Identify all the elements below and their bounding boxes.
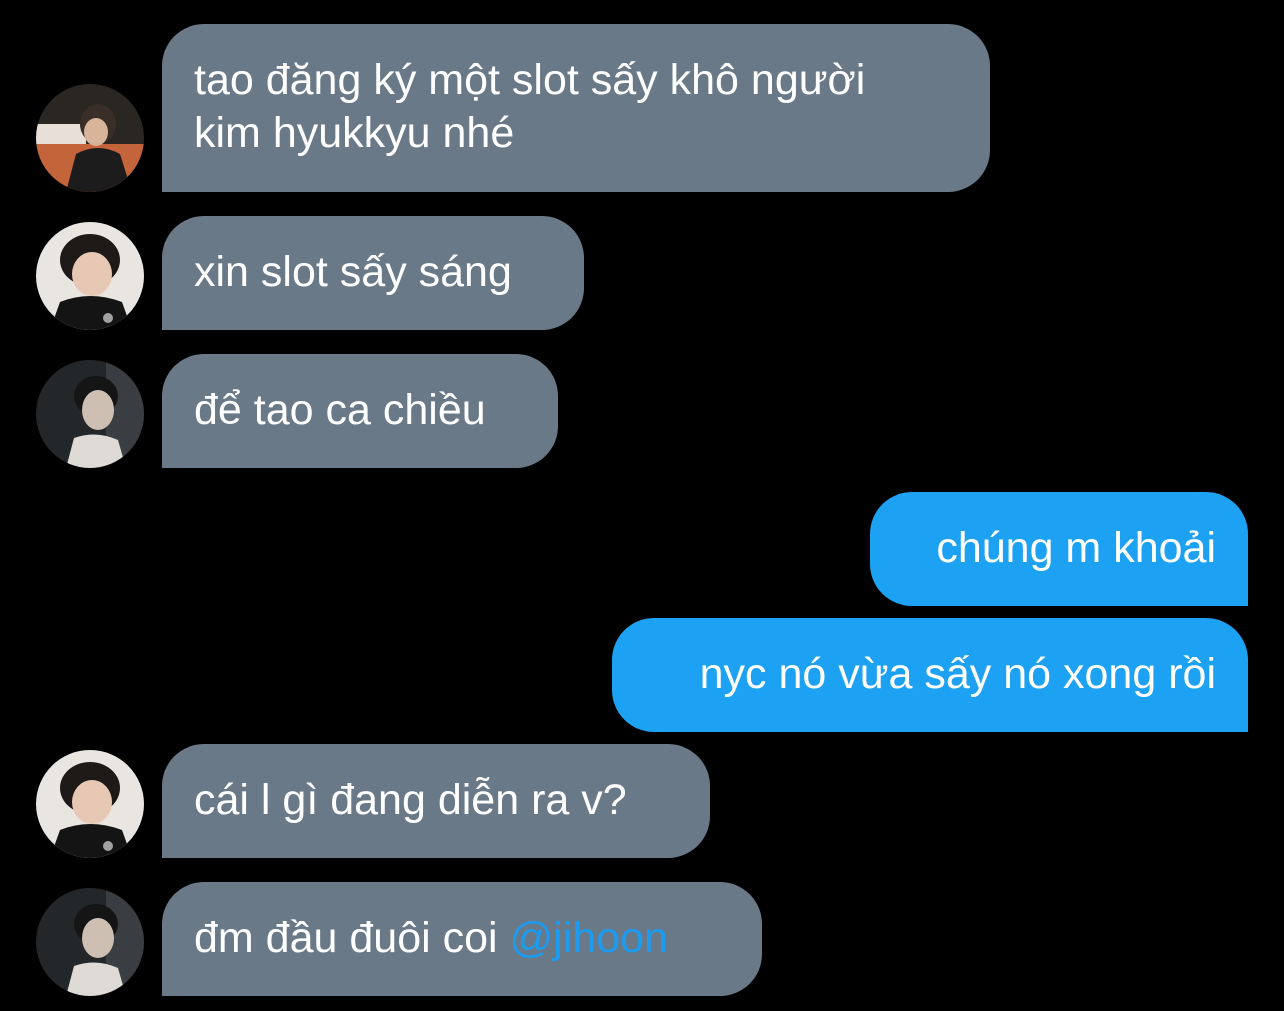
- message-text: chúng m khoải: [936, 524, 1216, 572]
- avatar[interactable]: [36, 222, 144, 330]
- avatar[interactable]: [36, 84, 144, 192]
- avatar[interactable]: [36, 750, 144, 858]
- message-bubble[interactable]: tao đăng ký một slot sấy khô người kim h…: [162, 24, 990, 192]
- mention-link[interactable]: @jihoon: [510, 914, 668, 962]
- message-bubble[interactable]: đm đầu đuôi coi @jihoon: [162, 882, 762, 996]
- avatar[interactable]: [36, 888, 144, 996]
- message-bubble[interactable]: cái l gì đang diễn ra v?: [162, 744, 710, 858]
- message-bubble[interactable]: để tao ca chiều: [162, 354, 558, 468]
- message-text: kim hyukkyu nhé: [194, 109, 515, 157]
- message-text: nyc nó vừa sấy nó xong rồi: [699, 650, 1216, 698]
- avatar-photo-1: [36, 84, 144, 192]
- avatar-photo-5: [36, 888, 144, 996]
- message-text: đm đầu đuôi coi: [194, 914, 510, 962]
- message-text: cái l gì đang diễn ra v?: [194, 776, 627, 824]
- message-text: để tao ca chiều: [194, 386, 486, 434]
- message-bubble[interactable]: chúng m khoải: [870, 492, 1248, 606]
- message-text: tao đăng ký một slot sấy khô người: [194, 56, 866, 104]
- avatar[interactable]: [36, 360, 144, 468]
- avatar-photo-3: [36, 360, 144, 468]
- chat-screen: { "messages": [ {"side": "in", "avatar":…: [0, 0, 1284, 1011]
- message-text: xin slot sấy sáng: [194, 248, 512, 296]
- avatar-photo-2: [36, 222, 144, 330]
- message-bubble[interactable]: nyc nó vừa sấy nó xong rồi: [612, 618, 1248, 732]
- message-bubble[interactable]: xin slot sấy sáng: [162, 216, 584, 330]
- avatar-photo-4: [36, 750, 144, 858]
